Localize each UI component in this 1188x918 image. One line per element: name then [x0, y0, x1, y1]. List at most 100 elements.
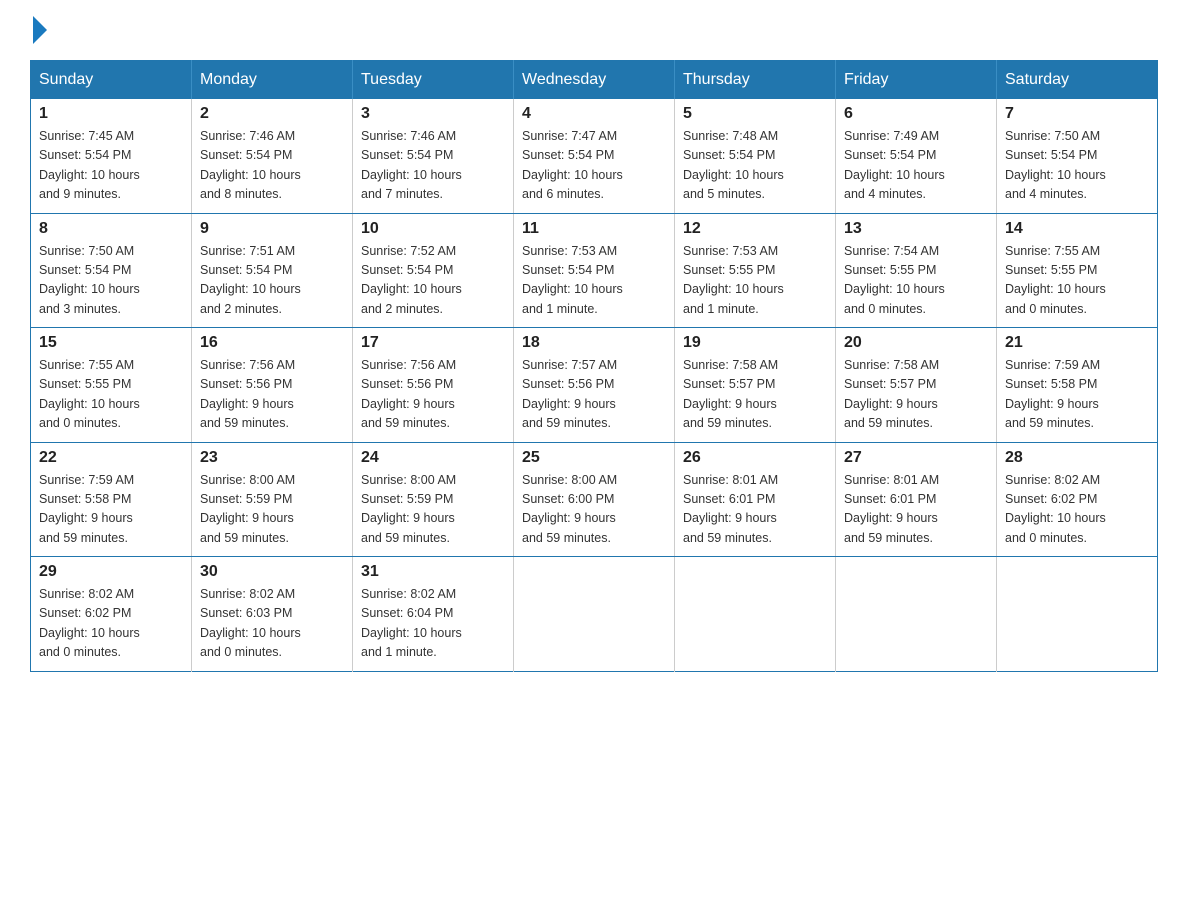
calendar-day-cell: 11 Sunrise: 7:53 AMSunset: 5:54 PMDayligh…: [514, 213, 675, 328]
day-number: 15: [39, 334, 183, 352]
day-info: Sunrise: 7:46 AMSunset: 5:54 PMDaylight:…: [200, 127, 344, 205]
calendar-day-cell: 18 Sunrise: 7:57 AMSunset: 5:56 PMDayligh…: [514, 328, 675, 443]
calendar-header-row: SundayMondayTuesdayWednesdayThursdayFrid…: [31, 61, 1158, 100]
day-number: 8: [39, 220, 183, 238]
day-info: Sunrise: 7:53 AMSunset: 5:54 PMDaylight:…: [522, 242, 666, 320]
day-number: 27: [844, 449, 988, 467]
day-info: Sunrise: 7:53 AMSunset: 5:55 PMDaylight:…: [683, 242, 827, 320]
calendar-day-cell: 19Sunrise: 7:58 AMSunset: 5:57 PMDayligh…: [675, 328, 836, 443]
day-number: 26: [683, 449, 827, 467]
day-number: 23: [200, 449, 344, 467]
day-number: 31: [361, 563, 505, 581]
day-info: Sunrise: 7:50 AMSunset: 5:54 PMDaylight:…: [1005, 127, 1149, 205]
calendar-day-cell: 29 Sunrise: 8:02 AMSunset: 6:02 PMDayligh…: [31, 557, 192, 672]
day-number: 17: [361, 334, 505, 352]
empty-cell: [675, 557, 836, 672]
day-info: Sunrise: 7:54 AMSunset: 5:55 PMDaylight:…: [844, 242, 988, 320]
day-info: Sunrise: 7:45 AMSunset: 5:54 PMDaylight:…: [39, 127, 183, 205]
day-info: Sunrise: 8:00 AMSunset: 6:00 PMDaylight:…: [522, 471, 666, 549]
day-number: 4: [522, 105, 666, 123]
day-number: 14: [1005, 220, 1149, 238]
calendar-day-cell: 3 Sunrise: 7:46 AMSunset: 5:54 PMDaylight…: [353, 99, 514, 213]
calendar-week-row: 15 Sunrise: 7:55 AMSunset: 5:55 PMDayligh…: [31, 328, 1158, 443]
day-info: Sunrise: 7:55 AMSunset: 5:55 PMDaylight:…: [1005, 242, 1149, 320]
day-number: 1: [39, 105, 183, 123]
day-info: Sunrise: 7:48 AMSunset: 5:54 PMDaylight:…: [683, 127, 827, 205]
day-number: 29: [39, 563, 183, 581]
day-number: 2: [200, 105, 344, 123]
calendar-week-row: 22 Sunrise: 7:59 AMSunset: 5:58 PMDayligh…: [31, 442, 1158, 557]
calendar-day-cell: 26Sunrise: 8:01 AMSunset: 6:01 PMDayligh…: [675, 442, 836, 557]
calendar-day-cell: 30 Sunrise: 8:02 AMSunset: 6:03 PMDayligh…: [192, 557, 353, 672]
calendar-day-cell: 5 Sunrise: 7:48 AMSunset: 5:54 PMDaylight…: [675, 99, 836, 213]
calendar-day-cell: 13 Sunrise: 7:54 AMSunset: 5:55 PMDayligh…: [836, 213, 997, 328]
day-info: Sunrise: 7:51 AMSunset: 5:54 PMDaylight:…: [200, 242, 344, 320]
day-info: Sunrise: 7:57 AMSunset: 5:56 PMDaylight:…: [522, 356, 666, 434]
day-info: Sunrise: 8:02 AMSunset: 6:02 PMDaylight:…: [39, 585, 183, 663]
calendar-day-cell: 28 Sunrise: 8:02 AMSunset: 6:02 PMDayligh…: [997, 442, 1158, 557]
empty-cell: [836, 557, 997, 672]
day-info: Sunrise: 8:02 AMSunset: 6:02 PMDaylight:…: [1005, 471, 1149, 549]
logo-triangle-icon: [33, 16, 47, 44]
page-header: [30, 20, 1158, 44]
day-info: Sunrise: 8:00 AMSunset: 5:59 PMDaylight:…: [200, 471, 344, 549]
calendar-day-cell: 9 Sunrise: 7:51 AMSunset: 5:54 PMDaylight…: [192, 213, 353, 328]
day-info: Sunrise: 7:46 AMSunset: 5:54 PMDaylight:…: [361, 127, 505, 205]
day-info: Sunrise: 7:58 AMSunset: 5:57 PMDaylight:…: [844, 356, 988, 434]
day-number: 19: [683, 334, 827, 352]
column-header-friday: Friday: [836, 61, 997, 100]
calendar-day-cell: 24 Sunrise: 8:00 AMSunset: 5:59 PMDayligh…: [353, 442, 514, 557]
calendar-day-cell: 20 Sunrise: 7:58 AMSunset: 5:57 PMDayligh…: [836, 328, 997, 443]
column-header-tuesday: Tuesday: [353, 61, 514, 100]
day-info: Sunrise: 8:01 AMSunset: 6:01 PMDaylight:…: [844, 471, 988, 549]
calendar-day-cell: 31 Sunrise: 8:02 AMSunset: 6:04 PMDayligh…: [353, 557, 514, 672]
day-number: 28: [1005, 449, 1149, 467]
day-number: 9: [200, 220, 344, 238]
calendar-day-cell: 27 Sunrise: 8:01 AMSunset: 6:01 PMDayligh…: [836, 442, 997, 557]
calendar-day-cell: 6Sunrise: 7:49 AMSunset: 5:54 PMDaylight…: [836, 99, 997, 213]
day-info: Sunrise: 7:59 AMSunset: 5:58 PMDaylight:…: [1005, 356, 1149, 434]
calendar-day-cell: 25 Sunrise: 8:00 AMSunset: 6:00 PMDayligh…: [514, 442, 675, 557]
day-number: 20: [844, 334, 988, 352]
calendar-day-cell: 17 Sunrise: 7:56 AMSunset: 5:56 PMDayligh…: [353, 328, 514, 443]
calendar-week-row: 1 Sunrise: 7:45 AMSunset: 5:54 PMDaylight…: [31, 99, 1158, 213]
day-number: 25: [522, 449, 666, 467]
column-header-saturday: Saturday: [997, 61, 1158, 100]
calendar-week-row: 8 Sunrise: 7:50 AMSunset: 5:54 PMDaylight…: [31, 213, 1158, 328]
calendar-day-cell: 15 Sunrise: 7:55 AMSunset: 5:55 PMDayligh…: [31, 328, 192, 443]
day-info: Sunrise: 7:47 AMSunset: 5:54 PMDaylight:…: [522, 127, 666, 205]
day-number: 13: [844, 220, 988, 238]
column-header-monday: Monday: [192, 61, 353, 100]
day-number: 5: [683, 105, 827, 123]
day-info: Sunrise: 7:59 AMSunset: 5:58 PMDaylight:…: [39, 471, 183, 549]
day-number: 3: [361, 105, 505, 123]
day-info: Sunrise: 8:02 AMSunset: 6:04 PMDaylight:…: [361, 585, 505, 663]
day-info: Sunrise: 7:56 AMSunset: 5:56 PMDaylight:…: [361, 356, 505, 434]
day-info: Sunrise: 7:55 AMSunset: 5:55 PMDaylight:…: [39, 356, 183, 434]
calendar-day-cell: 1 Sunrise: 7:45 AMSunset: 5:54 PMDaylight…: [31, 99, 192, 213]
day-number: 22: [39, 449, 183, 467]
day-info: Sunrise: 7:49 AMSunset: 5:54 PMDaylight:…: [844, 127, 988, 205]
day-number: 12: [683, 220, 827, 238]
empty-cell: [514, 557, 675, 672]
calendar-day-cell: 10 Sunrise: 7:52 AMSunset: 5:54 PMDayligh…: [353, 213, 514, 328]
day-number: 10: [361, 220, 505, 238]
day-info: Sunrise: 7:50 AMSunset: 5:54 PMDaylight:…: [39, 242, 183, 320]
day-info: Sunrise: 7:56 AMSunset: 5:56 PMDaylight:…: [200, 356, 344, 434]
day-number: 16: [200, 334, 344, 352]
day-number: 18: [522, 334, 666, 352]
calendar-week-row: 29 Sunrise: 8:02 AMSunset: 6:02 PMDayligh…: [31, 557, 1158, 672]
day-info: Sunrise: 8:02 AMSunset: 6:03 PMDaylight:…: [200, 585, 344, 663]
calendar-day-cell: 2 Sunrise: 7:46 AMSunset: 5:54 PMDaylight…: [192, 99, 353, 213]
calendar-table: SundayMondayTuesdayWednesdayThursdayFrid…: [30, 60, 1158, 672]
calendar-day-cell: 14 Sunrise: 7:55 AMSunset: 5:55 PMDayligh…: [997, 213, 1158, 328]
empty-cell: [997, 557, 1158, 672]
day-info: Sunrise: 7:52 AMSunset: 5:54 PMDaylight:…: [361, 242, 505, 320]
day-number: 11: [522, 220, 666, 238]
day-info: Sunrise: 8:00 AMSunset: 5:59 PMDaylight:…: [361, 471, 505, 549]
day-number: 7: [1005, 105, 1149, 123]
calendar-day-cell: 7 Sunrise: 7:50 AMSunset: 5:54 PMDaylight…: [997, 99, 1158, 213]
day-number: 24: [361, 449, 505, 467]
day-number: 30: [200, 563, 344, 581]
column-header-sunday: Sunday: [31, 61, 192, 100]
